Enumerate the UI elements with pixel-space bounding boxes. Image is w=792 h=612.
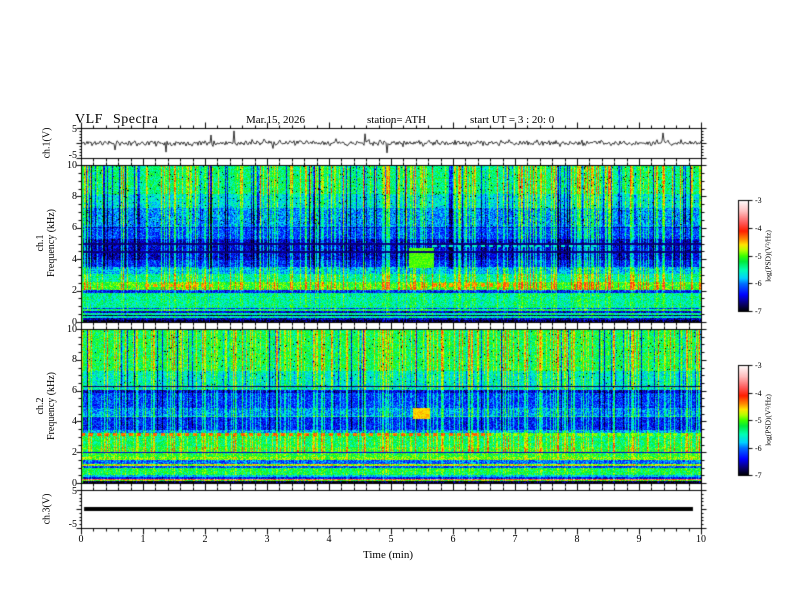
x-tick-label: 4 bbox=[326, 534, 332, 545]
x-tick-label: 8 bbox=[574, 534, 580, 545]
date-label: Mar.15, 2026 bbox=[246, 114, 305, 126]
x-tick-label: 3 bbox=[264, 534, 270, 545]
x-tick-label: 2 bbox=[202, 534, 208, 545]
start-ut-label: start UT = 3 : 20: 0 bbox=[470, 114, 555, 126]
spec1-axis-label-line2: Frequency (kHz) bbox=[46, 208, 57, 278]
colorbar2-tick-label: -7 bbox=[755, 471, 762, 480]
spec2-y-tick-label: 2 bbox=[72, 446, 77, 458]
colorbar1-tick-label: -3 bbox=[755, 196, 762, 205]
spec1-y-tick-label: 10 bbox=[67, 159, 77, 171]
ch1v-y-tick-label: 5 bbox=[72, 124, 77, 135]
colorbar1-tick-label: -7 bbox=[755, 307, 762, 316]
figure-canvas bbox=[0, 0, 792, 612]
colorbar2-tick-label: -5 bbox=[755, 416, 762, 425]
spec2-axis-label-line2: Frequency (kHz) bbox=[46, 371, 57, 441]
colorbar1-tick-label: -6 bbox=[755, 279, 762, 289]
x-tick-label: 10 bbox=[696, 534, 706, 545]
spec1-y-tick-label: 2 bbox=[72, 285, 77, 297]
x-tick-label: 7 bbox=[512, 534, 518, 545]
x-tick-label: 0 bbox=[78, 534, 84, 545]
spec2-y-tick-label: 8 bbox=[72, 354, 77, 366]
spec1-axis-label: ch.1 Frequency (kHz) bbox=[35, 209, 57, 277]
ch3v-y-tick-label: -5 bbox=[68, 519, 77, 530]
spec2-y-tick-label: 4 bbox=[72, 415, 77, 427]
colorbar1-tick-label: -5 bbox=[755, 251, 762, 261]
colorbar1-tick-label: -4 bbox=[755, 223, 762, 233]
time-axis-label: Time (min) bbox=[363, 549, 414, 561]
x-tick-label: 9 bbox=[636, 534, 642, 545]
colorbar2-label: log(PSD)(V²/Hz) bbox=[763, 394, 773, 446]
colorbar2-tick-label: -3 bbox=[755, 361, 762, 370]
ch3v-axis-label: ch.3(V) bbox=[41, 493, 53, 525]
spec1-y-tick-label: 6 bbox=[72, 222, 77, 234]
colorbar2-tick-label: -4 bbox=[755, 388, 762, 398]
x-tick-label: 5 bbox=[388, 534, 394, 545]
spec1-y-tick-label: 4 bbox=[72, 253, 77, 265]
vlf-spectra-figure: VLF Spectra Mar.15, 2026 station= ATH st… bbox=[0, 0, 792, 612]
spec2-axis-label: ch.2 Frequency (kHz) bbox=[35, 372, 57, 440]
spec2-axis-label-line1: ch.2 bbox=[35, 397, 46, 415]
ch3v-y-tick-label: 5 bbox=[72, 486, 77, 497]
colorbar2-tick-label: -6 bbox=[755, 443, 762, 453]
figure-title: VLF Spectra bbox=[75, 112, 159, 127]
x-tick-label: 1 bbox=[140, 534, 146, 545]
spec2-y-tick-label: 6 bbox=[72, 385, 77, 397]
colorbar1-label: log(PSD)(V²/Hz) bbox=[763, 230, 773, 282]
spec2-y-tick-label: 10 bbox=[67, 323, 77, 335]
spec1-axis-label-line1: ch.1 bbox=[35, 234, 46, 252]
ch1v-axis-label: ch.1(V) bbox=[41, 127, 53, 159]
station-label: station= ATH bbox=[367, 114, 427, 126]
x-tick-label: 6 bbox=[450, 534, 456, 545]
spec1-y-tick-label: 8 bbox=[72, 190, 77, 202]
